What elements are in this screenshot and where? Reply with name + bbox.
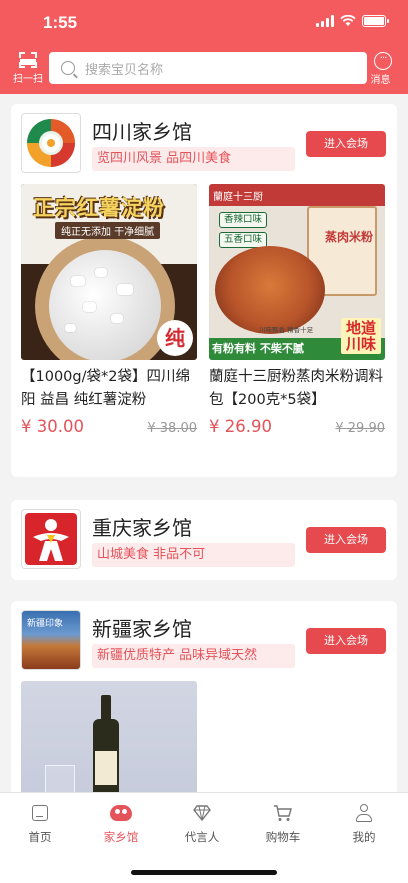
product-title[interactable]: 【1000g/袋*2袋】四川绵阳 益昌 纯红薯淀粉 — [21, 366, 197, 412]
hall-card-chongqing: 重庆家乡馆 山城美食 非品不可 进入会场 — [11, 500, 397, 580]
search-bar[interactable]: 搜索宝贝名称 — [49, 52, 367, 84]
hall-card-sichuan: 四川家乡馆 览四川风景 品四川美食 进入会场 正宗红薯淀粉 纯正无添加 干净细腻… — [11, 104, 397, 477]
message-button[interactable]: ··· 消息 — [371, 52, 394, 86]
wifi-icon — [340, 15, 356, 26]
product-title[interactable]: 蘭庭十三厨粉蒸肉米粉调料包【200克*5袋】 — [209, 366, 385, 412]
product-image[interactable]: 蘭庭十三厨 香辣口味 五香口味 蒸肉米粉 川味飘香 精香十足 有粉有料 不柴不腻… — [209, 184, 385, 360]
tab-label: 我的 — [352, 830, 376, 844]
product-image-brand: 蘭庭十三厨 — [213, 192, 263, 203]
cart-icon — [274, 805, 292, 821]
hall-tagline: 览四川风景 品四川美食 — [92, 147, 295, 171]
hall-tagline: 山城美食 非品不可 — [92, 543, 295, 567]
product-card[interactable]: 蘭庭十三厨 香辣口味 五香口味 蒸肉米粉 川味飘香 精香十足 有粉有料 不柴不腻… — [209, 184, 385, 436]
enter-hall-button[interactable]: 进入会场 — [306, 527, 386, 553]
product-image[interactable] — [21, 681, 197, 792]
product-card[interactable]: 正宗红薯淀粉 纯正无添加 干净细腻 纯 【1000g/袋*2袋】四川绵阳 益昌 … — [21, 184, 197, 436]
tab-label: 代言人 — [184, 830, 220, 844]
product-image-flavor: 香辣口味 — [219, 212, 267, 228]
product-price: ¥ 30.00 — [21, 417, 84, 436]
product-image-bag-text: 蒸肉米粉 — [324, 230, 373, 244]
product-image-mini-text: 川味飘香 精香十足 — [259, 326, 314, 334]
enter-hall-button[interactable]: 进入会场 — [306, 131, 386, 157]
search-placeholder: 搜索宝贝名称 — [85, 62, 164, 78]
home-indicator[interactable] — [131, 870, 277, 875]
product-image-headline: 正宗红薯淀粉 — [33, 195, 165, 220]
product-image-flavor: 五香口味 — [219, 232, 267, 248]
hometown-icon — [110, 805, 132, 821]
diamond-icon — [193, 805, 211, 821]
hall-name: 重庆家乡馆 — [92, 516, 192, 540]
sichuan-logo-icon — [27, 119, 75, 167]
hall-name: 新疆家乡馆 — [92, 617, 192, 641]
status-time: 1:55 — [43, 13, 78, 32]
product-image[interactable]: 正宗红薯淀粉 纯正无添加 干净细腻 纯 — [21, 184, 197, 360]
product-original-price: ¥ 38.00 — [147, 421, 197, 436]
battery-icon — [362, 15, 389, 27]
product-price: ¥ 26.90 — [209, 417, 272, 436]
signal-icon — [316, 15, 334, 27]
tab-cart[interactable]: 购物车 — [253, 801, 313, 845]
tab-label: 首页 — [28, 830, 52, 844]
product-original-price: ¥ 29.90 — [335, 421, 385, 436]
oil-bottle-image — [93, 695, 119, 792]
search-icon — [61, 61, 75, 75]
glass-image — [45, 765, 75, 792]
hall-tagline: 新疆优质特产 品味异域天然 — [92, 644, 295, 668]
tab-profile[interactable]: 我的 — [334, 801, 394, 845]
tab-home[interactable]: 首页 — [10, 801, 70, 845]
status-bar: 1:55 — [0, 0, 408, 44]
product-image-slogan: 有粉有料 不柴不腻 — [212, 342, 304, 355]
hall-feed[interactable]: 四川家乡馆 览四川风景 品四川美食 进入会场 正宗红薯淀粉 纯正无添加 干净细腻… — [0, 94, 408, 792]
tab-label: 购物车 — [265, 830, 301, 844]
product-image-subline: 纯正无添加 干净细腻 — [55, 222, 161, 239]
chongqing-logo-icon — [25, 513, 77, 565]
tab-label: 家乡馆 — [103, 830, 139, 844]
product-image-corner: 地道川味 — [341, 318, 381, 354]
hall-logo — [21, 509, 81, 569]
hall-name: 四川家乡馆 — [92, 120, 192, 144]
profile-icon — [356, 804, 372, 822]
product-prices: ¥ 26.90 ¥ 29.90 — [209, 417, 385, 436]
scan-button[interactable]: 扫一扫 — [10, 52, 46, 85]
message-label: 消息 — [370, 75, 391, 86]
message-icon: ··· — [374, 52, 392, 70]
product-image-badge: 纯 — [157, 320, 193, 356]
status-icons — [316, 15, 389, 27]
hall-logo: 新疆印象 — [21, 610, 81, 670]
scan-label: 扫一扫 — [13, 74, 43, 85]
hall-logo — [21, 113, 81, 173]
hall-card-xinjiang: 新疆印象 新疆家乡馆 新疆优质特产 品味异域天然 进入会场 — [11, 601, 397, 792]
top-header: 1:55 扫一扫 搜索宝贝名称 ··· 消息 — [0, 0, 408, 94]
scan-icon — [19, 52, 37, 68]
hall-logo-text: 新疆印象 — [27, 619, 64, 629]
home-icon — [32, 805, 48, 821]
tab-spokesperson[interactable]: 代言人 — [172, 801, 232, 845]
enter-hall-button[interactable]: 进入会场 — [306, 628, 386, 654]
product-prices: ¥ 30.00 ¥ 38.00 — [21, 417, 197, 436]
tab-hometown-hall[interactable]: 家乡馆 — [91, 801, 151, 845]
